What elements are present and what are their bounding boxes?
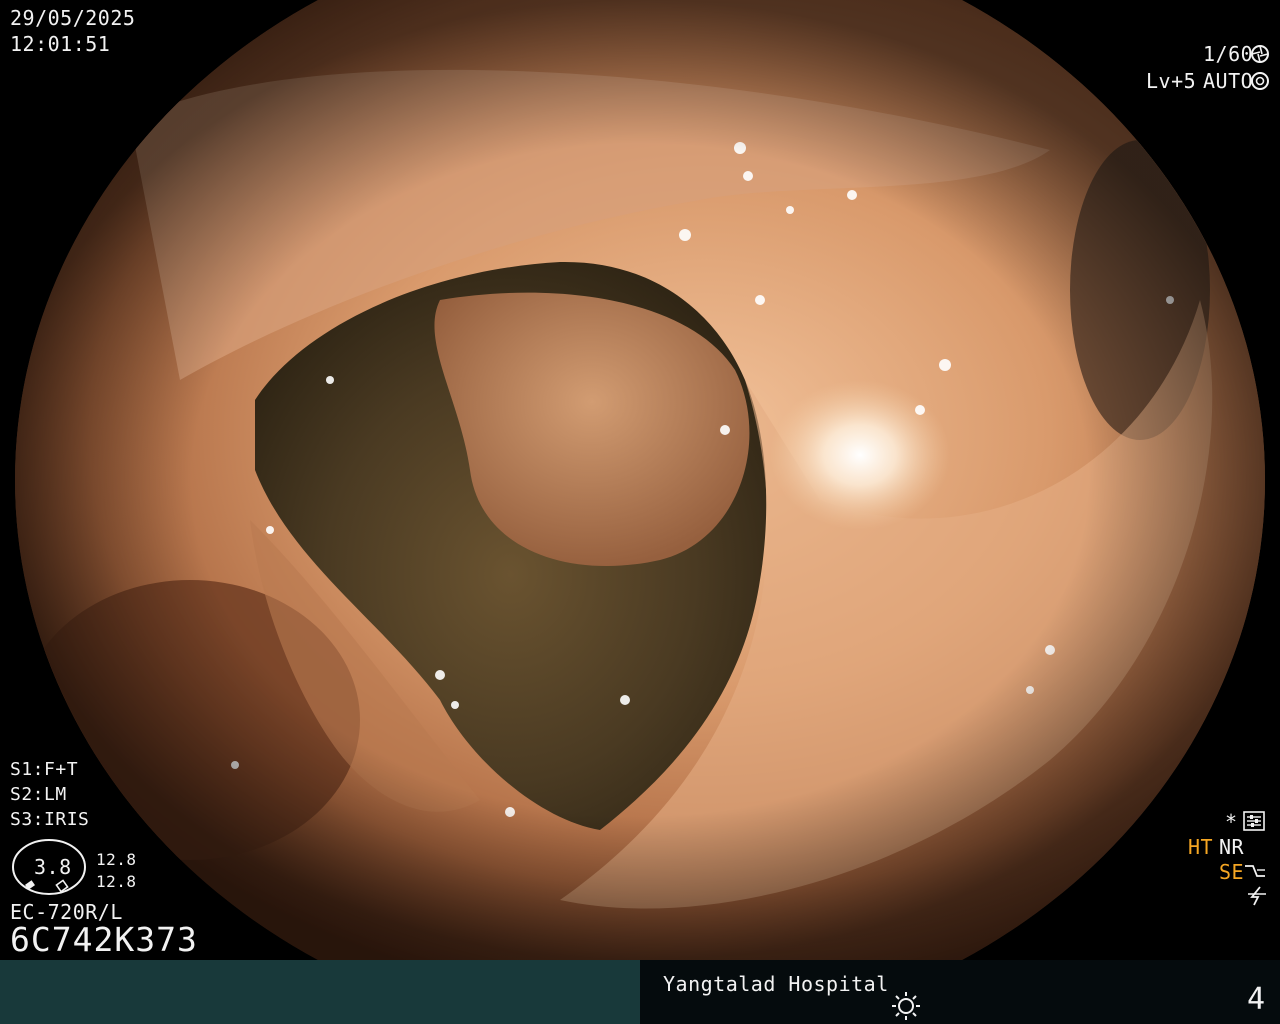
setting-s3-key: S3: xyxy=(10,809,45,830)
setting-s2: S2:LM xyxy=(10,783,67,807)
colon-lumen-image xyxy=(15,0,1265,960)
setting-s1-value: F+T xyxy=(44,759,79,780)
date-text: 29/05/2025 xyxy=(10,6,136,30)
shutter-speed: 1/60 xyxy=(1203,42,1253,66)
sun-icon xyxy=(892,992,920,1020)
iris-value: 3.8 xyxy=(34,855,72,879)
setting-s3: S3:IRIS xyxy=(10,808,89,832)
flash-off-icon xyxy=(1248,886,1266,906)
exposure-mode: AUTO xyxy=(1203,69,1254,93)
endoscope-image xyxy=(0,0,1280,960)
iris-icon xyxy=(1251,72,1269,90)
hospital-name: Yangtalad Hospital xyxy=(663,972,889,996)
status-ht: HT xyxy=(1188,835,1214,859)
readout-top: 12.8 xyxy=(96,850,137,869)
scope-serial: 6C742K373 xyxy=(10,920,198,959)
shutter-value: 1/60 xyxy=(1203,42,1254,66)
setting-s1-key: S1: xyxy=(10,759,45,780)
status-se: SE xyxy=(1219,860,1245,884)
footer-bar xyxy=(0,960,1280,1024)
time-text: 12:01:51 xyxy=(10,32,111,56)
status-nr: NR xyxy=(1219,835,1245,859)
readout-bottom: 12.8 xyxy=(96,872,137,891)
setting-s2-value: LM xyxy=(44,784,67,805)
footer-left-panel xyxy=(0,960,640,1024)
setting-s2-key: S2: xyxy=(10,784,45,805)
settings-icon xyxy=(1243,811,1265,831)
status-star: * xyxy=(1225,810,1238,834)
page-number: 4 xyxy=(1247,982,1266,1017)
setting-s1: S1:F+T xyxy=(10,758,78,782)
setting-s3-value: IRIS xyxy=(44,809,90,830)
structure-icon xyxy=(1245,865,1265,877)
shutter-icon xyxy=(1251,45,1269,63)
level-text: Lv+5 xyxy=(1146,69,1197,93)
